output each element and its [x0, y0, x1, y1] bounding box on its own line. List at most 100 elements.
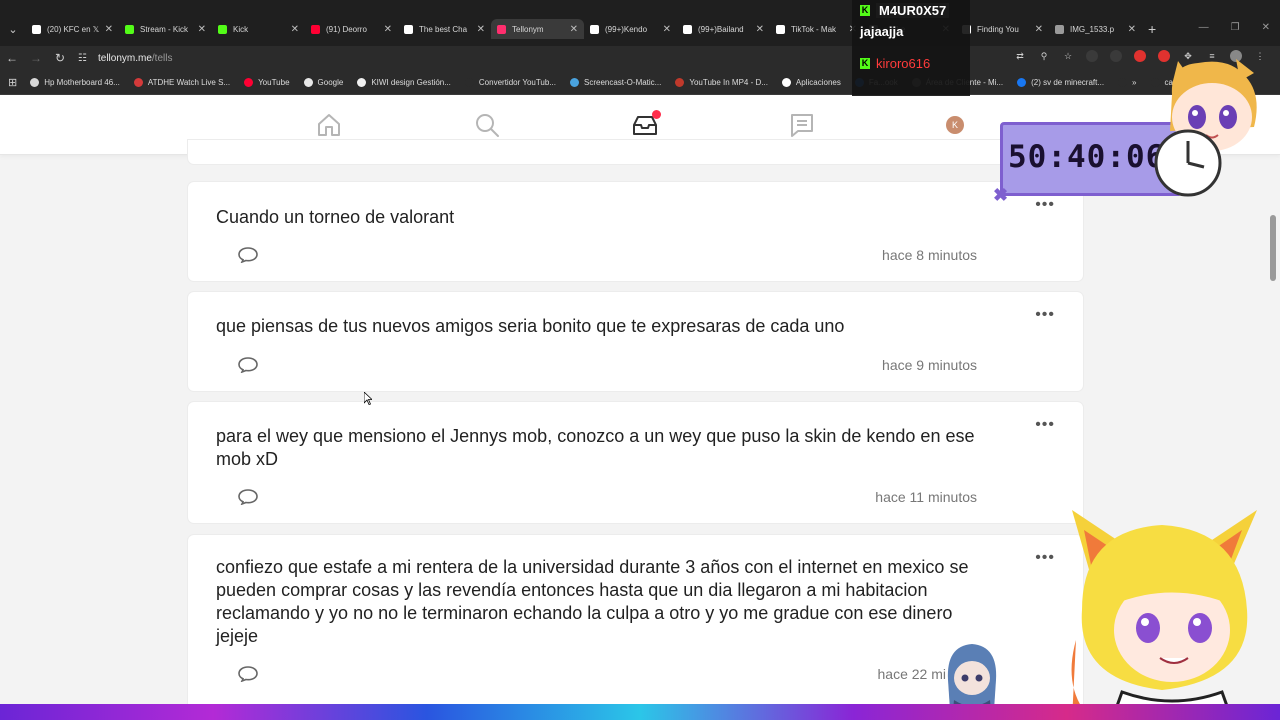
browser-tab[interactable]: Tellonym ✕	[491, 19, 584, 39]
bookmark-label: KIWI design Gestión...	[371, 77, 451, 87]
tiktok-icon	[590, 24, 599, 34]
bookmark-item[interactable]: ATDHE Watch Live S...	[127, 77, 237, 87]
tell-card: para el wey que mensiono el Jennys mob, …	[188, 402, 1083, 523]
bookmark-label: Screencast-O-Matic...	[584, 77, 662, 87]
browser-tab[interactable]: TikTok - Mak✕	[770, 19, 863, 39]
chat-line: K M4UR0X57	[860, 3, 950, 18]
comment-icon[interactable]	[238, 247, 258, 263]
tab-title: Kick	[233, 24, 249, 34]
bookmark-item[interactable]: YouTube In MP4 - D...	[668, 77, 775, 87]
bookmark-favicon-icon	[244, 77, 254, 87]
tell-timestamp: hace 11 minutos	[875, 489, 977, 505]
kick-icon	[218, 24, 227, 34]
bookmark-star-icon[interactable]: ☆	[1062, 50, 1074, 62]
translate-icon[interactable]: ⇄	[1014, 50, 1026, 62]
bookmark-item[interactable]: YouTube	[237, 77, 296, 87]
tell-question: Cuando un torneo de valorant	[216, 207, 455, 227]
more-options-icon[interactable]: •••	[1035, 306, 1055, 324]
messages-icon[interactable]	[789, 112, 815, 138]
back-icon[interactable]: ←	[0, 51, 24, 65]
bookmark-item[interactable]: Hp Motherboard 46...	[23, 77, 127, 87]
page-scrollbar[interactable]	[1268, 155, 1278, 704]
clock-mascot-illustration	[1154, 59, 1257, 197]
bookmark-item[interactable]: KIWI design Gestión...	[350, 77, 458, 87]
browser-tab[interactable]: (99+)Bailand ✕	[677, 19, 770, 39]
zoom-icon[interactable]: ⚲	[1038, 50, 1050, 62]
more-options-icon[interactable]: •••	[1035, 196, 1055, 214]
home-icon[interactable]	[316, 112, 342, 138]
bookmark-item[interactable]: (2) sv de minecraft...	[1010, 77, 1111, 87]
url-field[interactable]: ☷ tellonym.me/tells	[78, 53, 172, 64]
tell-card: que piensas de tus nuevos amigos seria b…	[188, 292, 1083, 391]
search-icon[interactable]	[474, 112, 500, 138]
tab-title: TikTok - Mak	[791, 24, 837, 34]
bookmark-item[interactable]: Screencast-O-Matic...	[563, 77, 668, 87]
site-info-icon[interactable]: ☷	[78, 53, 92, 64]
new-tab-button[interactable]: +	[1148, 19, 1156, 39]
extension-icon[interactable]	[1134, 50, 1146, 62]
kick-icon	[125, 24, 134, 34]
close-tab-icon[interactable]: ✕	[1128, 24, 1136, 35]
tell-question: confiezo que estafe a mi rentera de la u…	[216, 557, 969, 646]
bookmark-item[interactable]: Convertidor YouTub...	[458, 77, 563, 87]
more-options-icon[interactable]: •••	[1035, 549, 1055, 567]
maximize-icon[interactable]: ❐	[1231, 22, 1240, 33]
close-tab-icon[interactable]: ✕	[477, 24, 485, 35]
close-window-icon[interactable]: ✕	[1262, 22, 1270, 33]
bookmark-label: YouTube In MP4 - D...	[689, 77, 768, 87]
youtube-icon	[311, 24, 320, 34]
comment-icon[interactable]	[238, 357, 258, 373]
bookmark-item[interactable]: Aplicaciones	[775, 77, 848, 87]
browser-tab[interactable]: (20) KFC en 𝕏 ✕	[26, 19, 119, 39]
more-options-icon[interactable]: •••	[1035, 416, 1055, 434]
extension-icon[interactable]	[1110, 50, 1122, 62]
tell-timestamp: hace 8 minutos	[882, 247, 977, 263]
scrollbar-thumb[interactable]	[1270, 215, 1276, 281]
tab-search-chevron-icon[interactable]: ⌄	[0, 19, 26, 39]
comment-icon[interactable]	[238, 666, 258, 682]
chat-username: M4UR0X57	[876, 3, 950, 18]
browser-tabbar: ⌄ (20) KFC en 𝕏 ✕ Stream - Kick ✕ Kick ✕ (91) …	[0, 0, 1280, 46]
close-tab-icon[interactable]: ✕	[1035, 24, 1043, 35]
browser-tab[interactable]: Stream - Kick ✕	[119, 19, 212, 39]
tab-title: Finding You	[977, 24, 1019, 34]
fox-mascot-illustration	[1071, 510, 1257, 720]
window-controls: — ❐ ✕	[1199, 22, 1270, 33]
tiktok-icon	[776, 24, 785, 34]
tab-title: Stream - Kick	[140, 24, 189, 34]
browser-tab[interactable]: IMG_1533.p ✕	[1049, 19, 1142, 39]
close-tab-icon[interactable]: ✕	[384, 24, 392, 35]
profile-avatar[interactable]: K	[946, 116, 964, 134]
browser-tab[interactable]: Kick ✕	[212, 19, 305, 39]
close-tab-icon[interactable]: ✕	[663, 24, 671, 35]
tell-card-partial	[188, 140, 1083, 164]
bookmark-favicon-icon	[133, 77, 143, 87]
browser-tab[interactable]: (99+)Kendo ✕	[584, 19, 677, 39]
bookmark-favicon-icon	[675, 77, 685, 87]
close-tab-icon[interactable]: ✕	[198, 24, 206, 35]
browser-tab[interactable]: (91) Deorro ✕	[305, 19, 398, 39]
bookmark-item[interactable]: Google	[297, 77, 351, 87]
close-tab-icon[interactable]: ✕	[570, 24, 578, 35]
extension-icon[interactable]	[1086, 50, 1098, 62]
close-tab-icon[interactable]: ✕	[291, 24, 299, 35]
tab-title: (20) KFC en 𝕏	[47, 24, 100, 34]
tab-title: IMG_1533.p	[1070, 24, 1115, 34]
apps-grid-icon[interactable]: ⊞	[8, 76, 17, 89]
bookmark-label: Convertidor YouTub...	[478, 77, 556, 87]
tab-title: The best Cha	[419, 24, 468, 34]
browser-tab[interactable]: The best Cha ✕	[398, 19, 491, 39]
kick-icon: K	[860, 58, 870, 69]
tellonym-icon	[497, 24, 506, 34]
bookmark-label: ATDHE Watch Live S...	[147, 77, 231, 87]
tab-title: Tellonym	[512, 24, 544, 34]
bookmark-list: Hp Motherboard 46... ATDHE Watch Live S..…	[23, 77, 1200, 87]
comment-icon[interactable]	[238, 489, 258, 505]
bookmark-item[interactable]: »	[1111, 77, 1143, 87]
close-tab-icon[interactable]: ✕	[105, 24, 113, 35]
close-tab-icon[interactable]: ✕	[756, 24, 764, 35]
forward-icon[interactable]: →	[24, 51, 48, 65]
bookmark-label: »	[1132, 77, 1137, 87]
minimize-icon[interactable]: —	[1199, 22, 1209, 33]
reload-icon[interactable]: ↻	[48, 51, 72, 65]
